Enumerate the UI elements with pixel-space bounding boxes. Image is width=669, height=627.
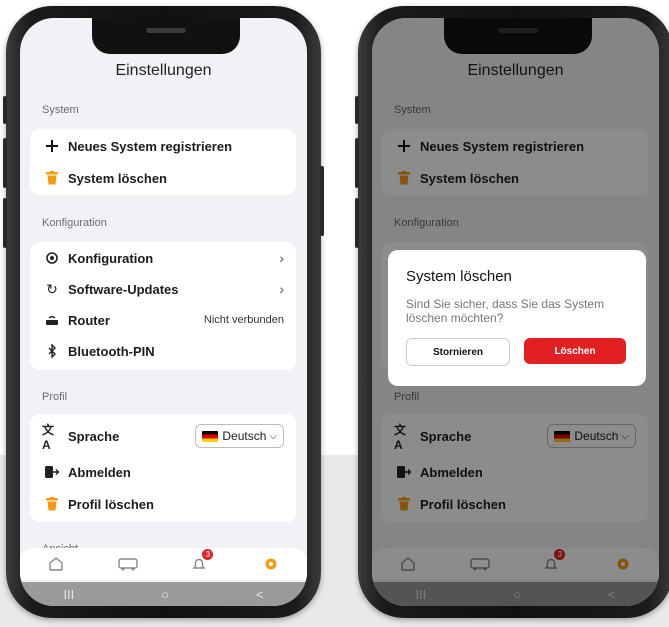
system-nav-bar: III ○ < [20,582,307,606]
chevron-right-icon: › [279,250,284,266]
plus-icon [42,136,62,156]
profile-card: 文A Sprache Deutsch ⌵ Abmelden Profil lös… [30,414,296,522]
notification-badge: 3 [202,549,214,560]
refresh-icon: ↻ [46,280,58,297]
register-system-item[interactable]: Neues System registrieren [42,134,284,158]
home-button[interactable]: ○ [161,587,169,602]
delete-system-dialog: System löschen Sind Sie sicher, dass Sie… [388,250,646,386]
side-button [355,138,359,188]
software-updates-item[interactable]: ↻ Software-Updates › [42,277,284,301]
bluetooth-icon [42,341,62,361]
bluetooth-pin-label: Bluetooth-PIN [68,343,155,359]
language-value: Deutsch [222,429,267,443]
section-system-label: System [42,104,79,116]
bluetooth-pin-item[interactable]: Bluetooth-PIN [42,339,284,363]
system-card: Neues System registrieren System löschen [30,129,296,195]
delete-profile-label: Profil löschen [68,496,154,512]
register-system-label: Neues System registrieren [68,138,233,154]
side-button [355,198,359,248]
language-item[interactable]: 文A Sprache Deutsch ⌵ [42,422,284,452]
settings-icon [42,248,62,268]
software-updates-label: Software-Updates [68,281,179,297]
section-configuration-label: Konfiguration [42,217,107,229]
router-label: Router [68,312,110,328]
tab-bar: 3 [20,548,307,580]
power-button [320,166,324,236]
dialog-message: Sind Sie sicher, dass Sie das System lös… [406,297,605,325]
cancel-button[interactable]: Stornieren [406,338,510,366]
configuration-item[interactable]: Konfiguration › [42,246,284,270]
tab-vehicle[interactable] [116,552,140,576]
screen-settings-dialog: Einstellungen System Neues System regist… [372,18,659,606]
speaker [146,28,186,33]
chevron-right-icon: › [279,281,284,297]
back-button[interactable]: < [256,587,264,602]
section-profile-label: Profil [42,391,68,403]
side-button [355,96,359,124]
notch [92,18,240,54]
router-status: Nicht verbunden [203,314,284,326]
logout-label: Abmelden [68,464,131,480]
translate-icon: 文A [42,422,55,452]
configuration-card: Konfiguration › ↻ Software-Updates › Rou… [30,242,296,370]
trash-icon [42,168,62,188]
delete-profile-item[interactable]: Profil löschen [42,492,284,516]
tab-home[interactable] [44,552,68,576]
tab-settings[interactable] [259,552,283,576]
router-icon [42,310,62,330]
configuration-label: Konfiguration [68,250,154,266]
language-select[interactable]: Deutsch ⌵ [195,424,284,448]
confirm-delete-button[interactable]: Löschen [524,338,626,364]
chevron-down-icon: ⌵ [269,430,277,442]
logout-icon [42,462,62,482]
logout-item[interactable]: Abmelden [42,460,284,484]
phone-left: Einstellungen System Neues System regist… [3,6,324,618]
side-button [3,96,7,124]
germany-flag-icon [202,430,219,442]
camper-icon [117,558,138,571]
home-icon [49,557,63,571]
delete-system-item[interactable]: System löschen [42,166,284,190]
dialog-title: System löschen [406,268,512,285]
tab-notifications[interactable]: 3 [187,549,214,576]
screen-settings: Einstellungen System Neues System regist… [20,18,307,606]
page-title: Einstellungen [115,62,212,79]
trash-icon [42,494,62,514]
phone-right: Einstellungen System Neues System regist… [355,6,669,618]
side-button [3,138,7,188]
router-item[interactable]: Router Nicht verbunden [42,308,284,332]
delete-system-label: System löschen [68,170,167,186]
language-label: Sprache [68,428,120,444]
side-button [3,198,7,248]
recents-button[interactable]: III [63,587,74,602]
gear-icon [265,558,277,570]
